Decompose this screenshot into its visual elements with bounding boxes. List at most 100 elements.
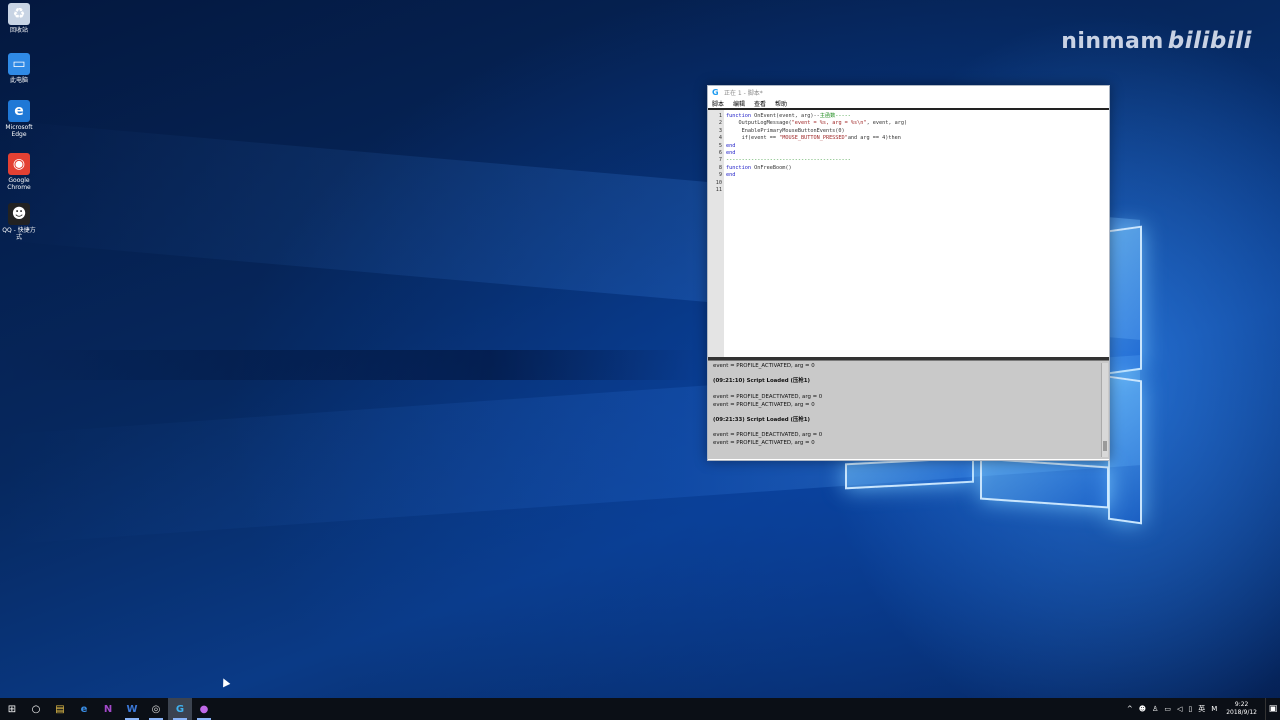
taskbar-maps-button[interactable]: ● <box>192 698 216 720</box>
search-circle-icon: ○ <box>31 703 41 715</box>
tray-network-icon[interactable]: ▭ <box>1164 705 1171 713</box>
code-line-3: EnablePrimaryMouseButtonEvents(0) <box>726 127 845 134</box>
taskbar-obs-button[interactable]: ◎ <box>144 698 168 720</box>
line-number: 10 <box>715 179 722 186</box>
desktop-icon[interactable]: ♻ 回收站 <box>0 3 38 34</box>
line-number: 6 <box>718 150 722 157</box>
desktop-app-icon: ♻ <box>8 3 30 25</box>
watermark-brand-logo: bilibili <box>1167 28 1252 54</box>
desktop-icon[interactable]: ☻ QQ - 快捷方式 <box>0 203 38 241</box>
desktop-icon[interactable]: e Microsoft Edge <box>0 100 38 138</box>
mouse-cursor <box>219 676 231 688</box>
menu-bar: 脚本 编辑 查看 帮助 <box>708 99 1109 110</box>
code-line-1: function OnEvent(event, arg)--主函数----- <box>726 113 851 119</box>
desktop-app-icon: ☻ <box>8 203 30 225</box>
menu-help[interactable]: 帮助 <box>775 99 787 108</box>
console-line: event = PROFILE_DEACTIVATED, arg = 0 <box>713 432 823 439</box>
code-line-2: OutputLogMessage("event = %s, arg = %s\n… <box>726 120 908 127</box>
file-explorer-icon: ▤ <box>55 703 65 715</box>
code-line-11: end <box>726 172 736 179</box>
console-line: (09:21:10) Script Loaded (压枪1) <box>713 378 811 385</box>
tray-ime-mode[interactable]: M <box>1211 705 1217 713</box>
taskbar-logitech-button[interactable]: G <box>168 698 192 720</box>
menu-edit[interactable]: 编辑 <box>733 99 745 108</box>
tray-power-icon[interactable]: ▯ <box>1188 705 1192 713</box>
taskbar-apps: ▤ e N W ◎ G ● <box>48 698 216 720</box>
line-number: 11 <box>715 187 722 194</box>
desktop-icon-label: 此电脑 <box>9 77 28 84</box>
code-line-4: if(event == "MOUSE_BUTTON_PRESSED"and ar… <box>726 135 901 142</box>
logitech-icon: G <box>175 703 185 715</box>
tray-ime-language[interactable]: 英 <box>1198 704 1205 714</box>
line-number: 9 <box>718 172 722 179</box>
taskbar-file-explorer-button[interactable]: ▤ <box>48 698 72 720</box>
console-line: event = PROFILE_ACTIVATED, arg = 0 <box>713 363 815 369</box>
code-editor[interactable]: 1 2 3 4 5 6 7 8 9 10 11 function OnEvent(event, ar… <box>708 110 1109 360</box>
taskbar-edge-button[interactable]: e <box>72 698 96 720</box>
maps-icon: ● <box>199 703 209 715</box>
taskbar-word-button[interactable]: W <box>120 698 144 720</box>
cortana-search-button[interactable]: ○ <box>24 698 48 720</box>
windows-logo-pane <box>1108 225 1142 375</box>
desktop-icon-label: 回收站 <box>9 27 28 34</box>
line-number-gutter: 1 2 3 4 5 6 7 8 9 10 11 <box>708 110 724 357</box>
menu-script[interactable]: 脚本 <box>712 99 724 108</box>
word-icon: W <box>126 703 138 715</box>
console-scroll-thumb[interactable] <box>1103 441 1107 451</box>
tray-chevron-up-icon[interactable]: ^ <box>1127 705 1133 713</box>
desktop-app-icon: ◉ <box>8 153 30 175</box>
notification-icon: ▣ <box>1268 704 1278 714</box>
watermark-user: ninmam <box>1061 29 1164 54</box>
console-line: event = PROFILE_DEACTIVATED, arg = 0 <box>713 393 823 400</box>
windows-start-icon: ⊞ <box>7 703 17 715</box>
action-center-button[interactable]: ▣ <box>1265 698 1280 720</box>
clock-time: 9:22 <box>1234 701 1249 708</box>
line-number: 8 <box>718 164 722 171</box>
taskbar: ⊞ ○ ▤ e N W ◎ G ● ^ ☻ ♙ ▭ ◁ ▯ 英 M 9:22 2018/9/… <box>0 698 1280 720</box>
obs-icon: ◎ <box>151 703 161 715</box>
line-number: 3 <box>718 127 722 134</box>
menu-view[interactable]: 查看 <box>754 99 766 108</box>
edge-icon: e <box>80 703 88 715</box>
code-line-9: function OnFreeBoom() <box>726 164 792 171</box>
desktop-icon-label: QQ - 快捷方式 <box>2 227 36 241</box>
desktop-icon-label: Microsoft Edge <box>5 124 33 138</box>
line-number: 1 <box>718 113 722 119</box>
desktop-app-icon: e <box>8 100 30 122</box>
output-console[interactable]: event = PROFILE_ACTIVATED, arg = 0 (09:2… <box>708 360 1109 459</box>
window-title: 正在 1 - 脚本* <box>724 90 763 97</box>
windows-logo-pane <box>845 456 974 490</box>
tray-speaker-icon[interactable]: ◁ <box>1177 705 1182 713</box>
wallpaper-shadow <box>0 350 700 380</box>
tray-user-icon[interactable]: ♙ <box>1152 705 1158 713</box>
tray-clock[interactable]: 9:22 2018/9/12 <box>1226 701 1257 717</box>
code-line-8: ---------------------------------------- <box>726 157 851 164</box>
system-tray: ^ ☻ ♙ ▭ ◁ ▯ 英 M 9:22 2018/9/12 ▣ <box>1124 698 1280 720</box>
taskbar-onenote-button[interactable]: N <box>96 698 120 720</box>
line-number: 7 <box>718 157 722 164</box>
console-scrollbar[interactable] <box>1101 363 1108 457</box>
window-titlebar[interactable]: G 正在 1 - 脚本* <box>708 86 1109 99</box>
clock-date: 2018/9/12 <box>1226 709 1257 716</box>
console-line: (09:21:33) Script Loaded (压枪1) <box>713 416 811 423</box>
tray-qq-icon[interactable]: ☻ <box>1139 705 1146 713</box>
onenote-icon: N <box>103 703 113 715</box>
start-button[interactable]: ⊞ <box>0 698 24 720</box>
script-editor-window[interactable]: G 正在 1 - 脚本* 脚本 编辑 查看 帮助 1 2 3 4 5 6 7 8 9 10 11 f… <box>707 85 1110 461</box>
desktop-icon[interactable]: ▭ 此电脑 <box>0 53 38 84</box>
desktop-icon-label: Google Chrome <box>7 177 31 191</box>
windows-logo-pane <box>980 457 1109 509</box>
code-text[interactable]: function OnEvent(event, arg)--主函数----- O… <box>724 110 1109 357</box>
code-line-7: end <box>726 150 736 157</box>
line-number: 5 <box>718 142 722 149</box>
video-watermark: ninmam bilibili <box>1061 28 1252 54</box>
logitech-g-icon: G <box>712 87 719 97</box>
code-line-6: end <box>726 142 736 149</box>
desktop-icon[interactable]: ◉ Google Chrome <box>0 153 38 191</box>
console-line: event = PROFILE_ACTIVATED, arg = 0 <box>713 401 815 408</box>
line-number: 4 <box>718 135 722 142</box>
console-line: event = PROFILE_ACTIVATED, arg = 0 <box>713 440 815 447</box>
line-number: 2 <box>718 120 722 127</box>
